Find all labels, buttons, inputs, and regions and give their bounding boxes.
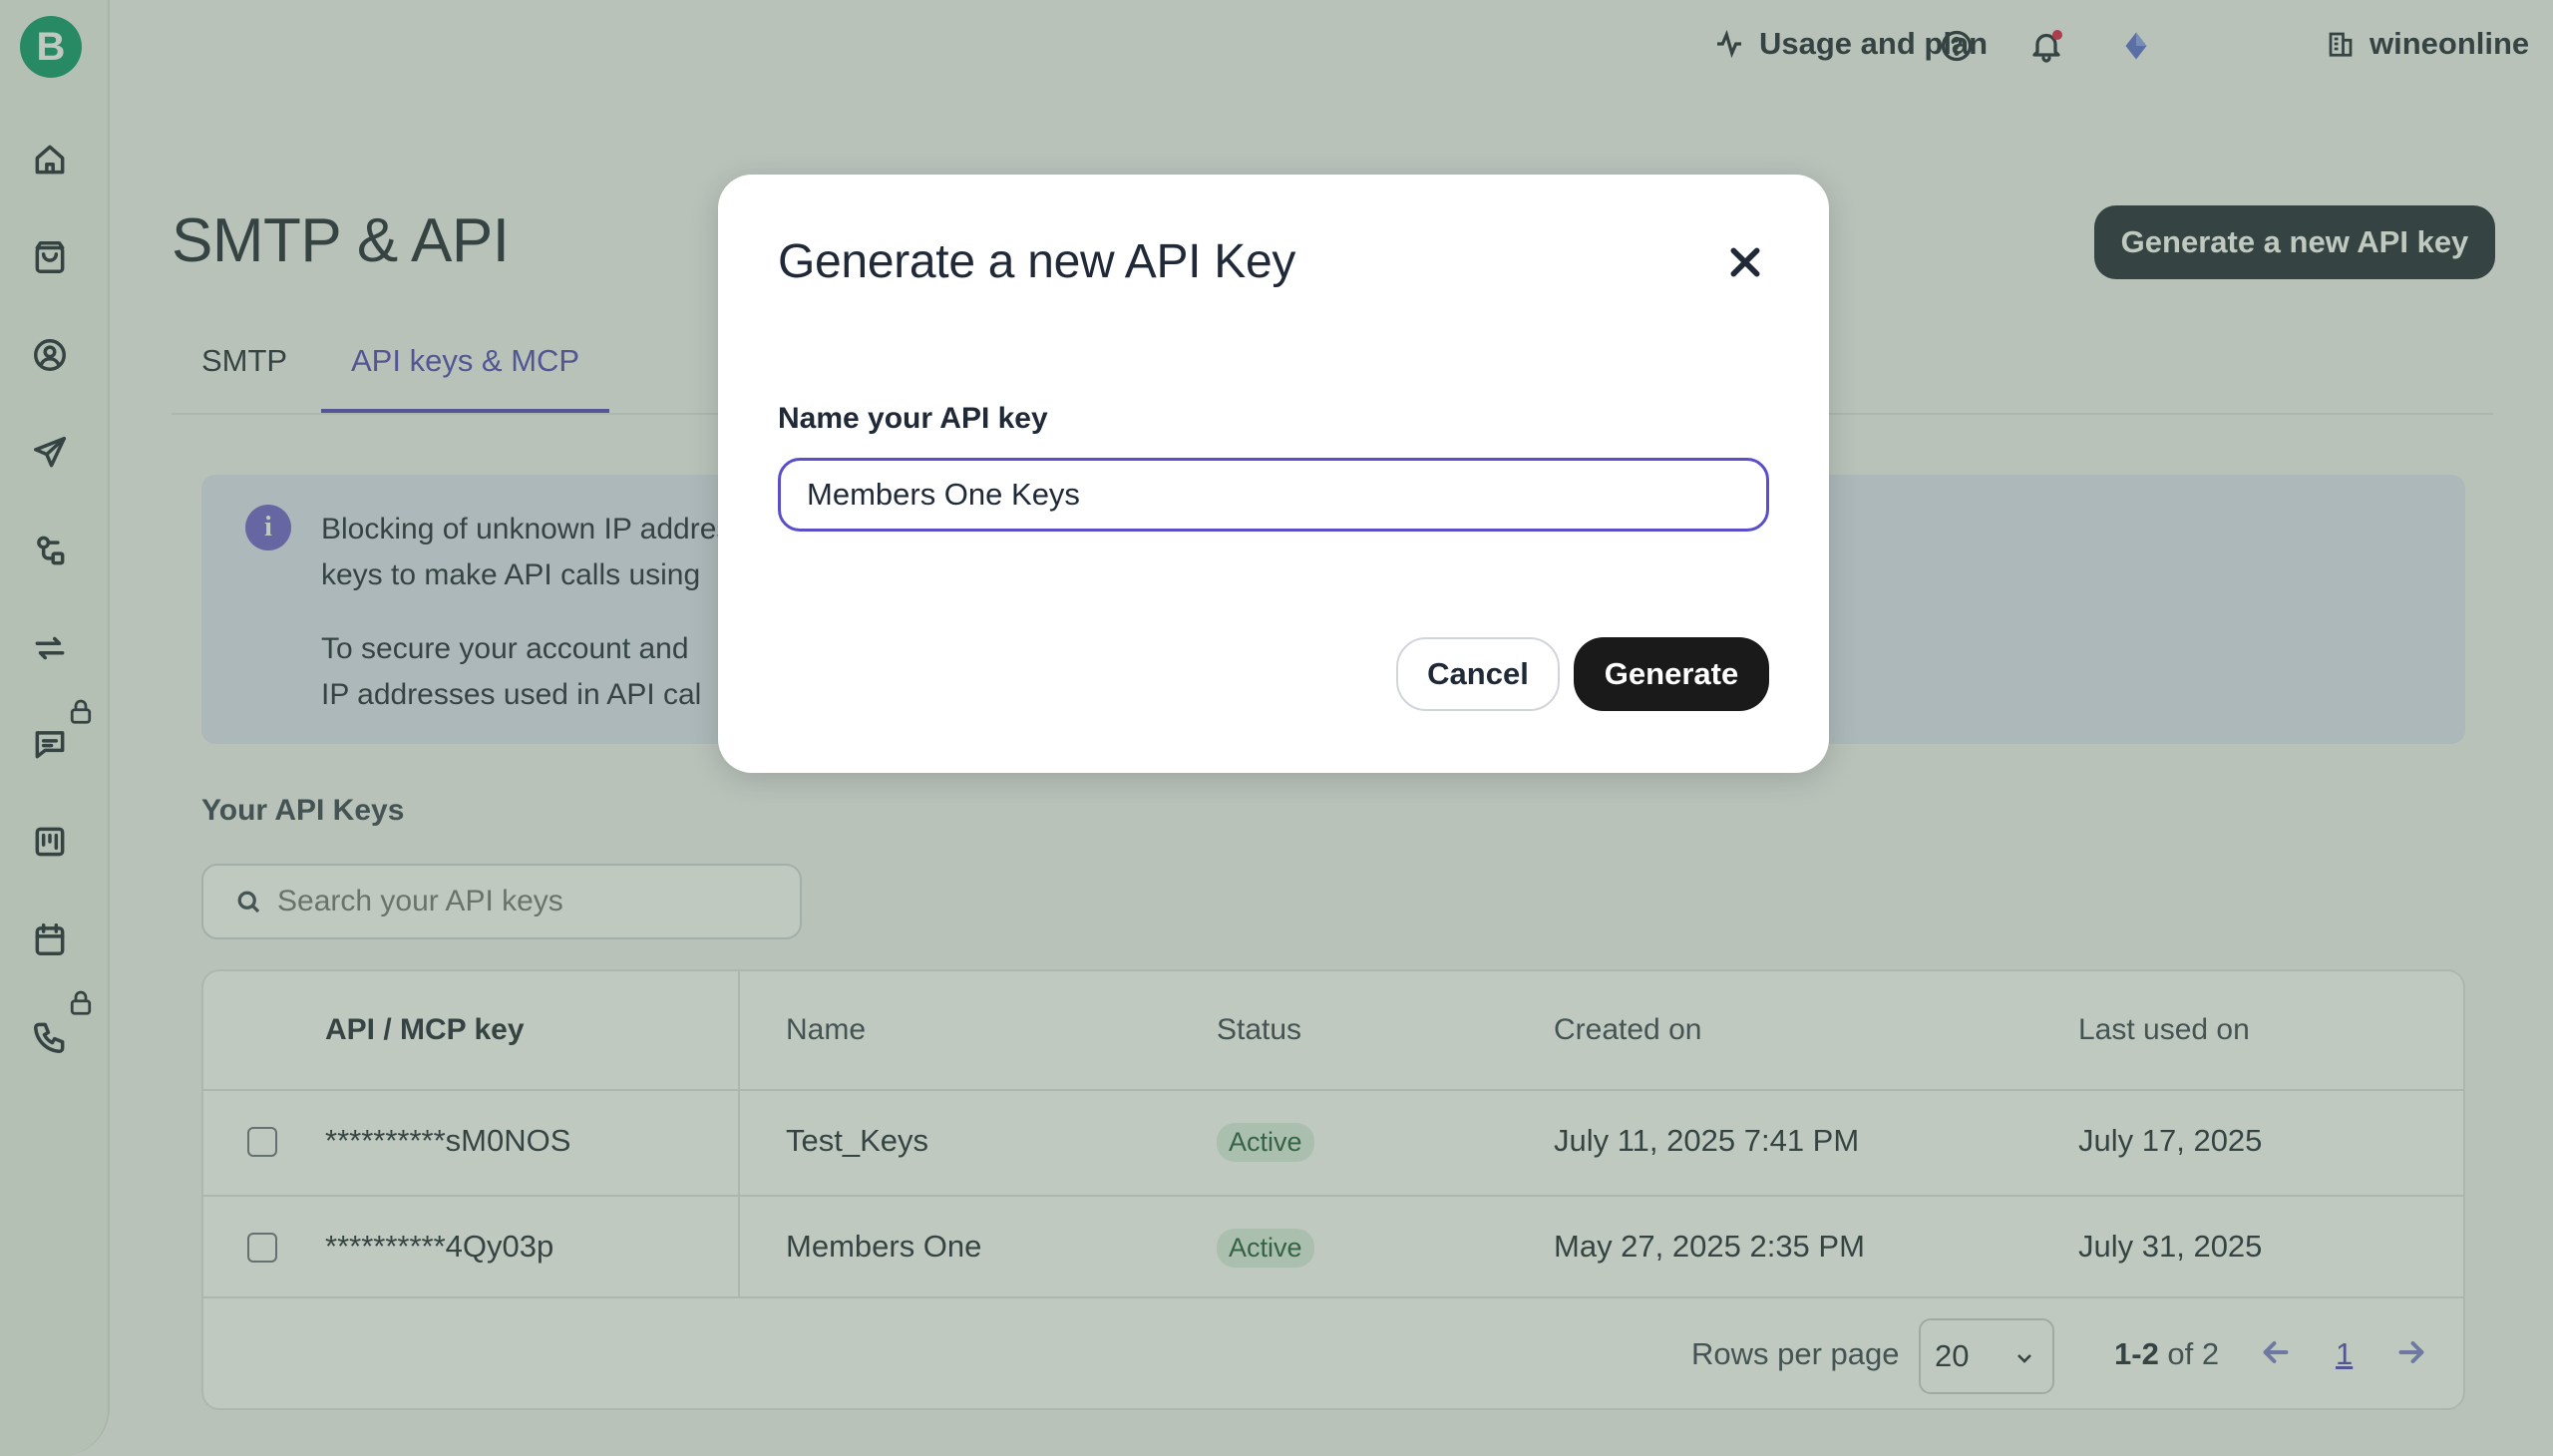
close-icon[interactable] — [1725, 242, 1765, 282]
api-key-name-input[interactable] — [807, 477, 1734, 513]
generate-button[interactable]: Generate — [1574, 637, 1769, 711]
api-key-name-field-wrapper — [778, 458, 1769, 532]
generate-api-key-dialog: Generate a new API Key Name your API key… — [718, 175, 1829, 773]
dialog-title: Generate a new API Key — [778, 235, 1296, 288]
cancel-button[interactable]: Cancel — [1396, 637, 1560, 711]
api-key-name-label: Name your API key — [778, 402, 1048, 435]
